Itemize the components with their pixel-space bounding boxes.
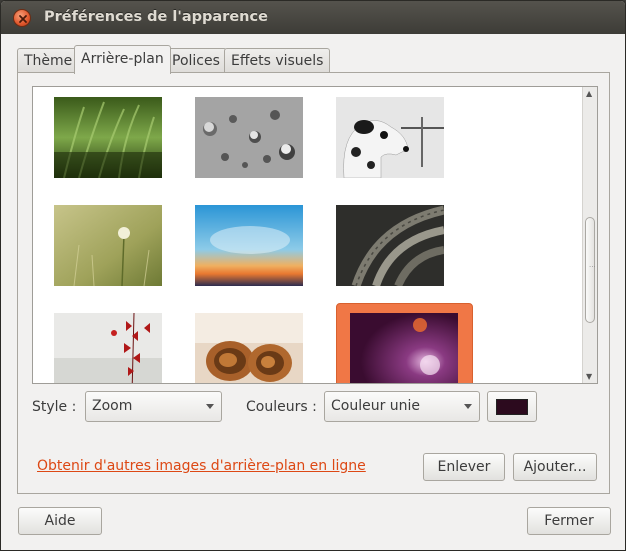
tab-fonts[interactable]: Polices (165, 48, 227, 73)
wallpaper-water-drops[interactable] (195, 97, 303, 178)
tab-background[interactable]: Arrière-plan (74, 45, 171, 74)
wallpaper-red-leaves[interactable] (54, 313, 162, 383)
wallpaper-cinnamon[interactable] (195, 313, 303, 383)
color-swatch (496, 399, 528, 415)
grip-icon: ··· (589, 263, 596, 271)
wallpaper-rope[interactable] (336, 205, 444, 286)
style-value: Zoom (92, 398, 133, 414)
wallpaper-gallery[interactable]: ▲ ··· ▼ (32, 86, 598, 384)
style-label: Style : (32, 399, 77, 415)
close-button[interactable]: Fermer (527, 507, 611, 535)
scroll-down-icon[interactable]: ▼ (586, 372, 592, 381)
colors-dropdown[interactable]: Couleur unie (324, 391, 480, 422)
tab-theme[interactable]: Thème (17, 48, 80, 73)
gallery-scrollbar[interactable]: ▲ ··· ▼ (582, 87, 597, 383)
remove-button[interactable]: Enlever (423, 453, 505, 481)
help-button[interactable]: Aide (18, 507, 102, 535)
wallpaper-grass[interactable] (54, 97, 162, 178)
scroll-up-icon[interactable]: ▲ (586, 89, 592, 98)
color-picker-button[interactable] (487, 391, 537, 422)
get-more-backgrounds-link[interactable]: Obtenir d'autres images d'arrière-plan e… (37, 458, 366, 474)
colors-value: Couleur unie (331, 398, 421, 414)
wallpaper-dog[interactable] (336, 97, 444, 178)
close-icon (19, 15, 27, 23)
scrollbar-thumb[interactable]: ··· (585, 217, 596, 323)
colors-label: Couleurs : (246, 399, 317, 415)
appearance-preferences-window: Préférences de l'apparence Thème Arrière… (0, 0, 626, 551)
wallpaper-dandelion[interactable] (54, 205, 162, 286)
window-title: Préférences de l'apparence (44, 9, 268, 25)
close-window-button[interactable] (13, 9, 31, 27)
add-button[interactable]: Ajouter... (513, 453, 597, 481)
chevron-down-icon (464, 404, 472, 409)
wallpaper-ubuntu-purple[interactable] (350, 313, 458, 383)
chevron-down-icon (206, 404, 214, 409)
background-panel: ▲ ··· ▼ Style : Zoom Couleurs : Couleur … (17, 72, 610, 494)
style-dropdown[interactable]: Zoom (85, 391, 222, 422)
wallpaper-sky-sunset[interactable] (195, 205, 303, 286)
title-bar[interactable]: Préférences de l'apparence (1, 1, 625, 34)
tab-visual-effects[interactable]: Effets visuels (224, 48, 331, 73)
